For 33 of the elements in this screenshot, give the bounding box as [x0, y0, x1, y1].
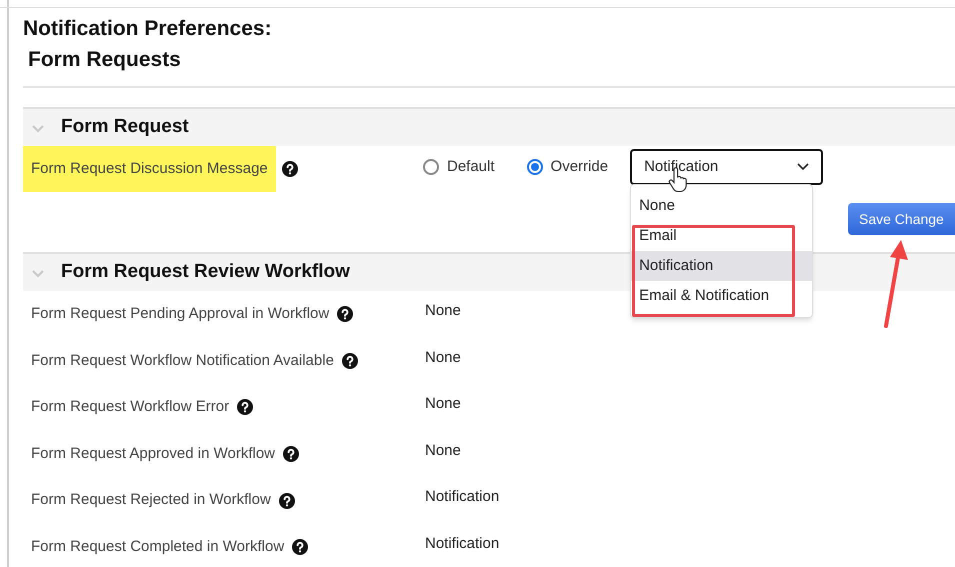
help-icon[interactable]	[278, 492, 295, 509]
help-icon[interactable]	[342, 352, 358, 369]
page-title: Notification Preferences:	[23, 16, 273, 42]
setting-value: None	[425, 301, 461, 322]
setting-label: Form Request Pending Approval in Workflow	[31, 304, 330, 324]
setting-value: None	[425, 348, 461, 368]
radio-label: Override	[550, 156, 608, 177]
setting-value: Notification	[425, 534, 500, 554]
setting-label: Form Request Completed in Workflow	[31, 537, 284, 558]
help-icon[interactable]	[337, 306, 354, 322]
radio-button[interactable]	[526, 159, 543, 175]
setting-value: None	[425, 394, 461, 414]
dropdown-option[interactable]: Notification	[631, 251, 812, 281]
dropdown-option[interactable]: None	[631, 191, 812, 221]
select-field[interactable]: Notification	[630, 149, 824, 185]
setting-label: Form Request Discussion Message	[23, 146, 276, 192]
page-subtitle: Form Requests	[27, 47, 182, 73]
help-icon[interactable]	[237, 399, 254, 416]
save-button[interactable]: Save Change	[848, 203, 955, 235]
setting-label: Form Request Workflow Notification Available	[31, 350, 334, 371]
section-header[interactable]: Form Request	[23, 107, 955, 146]
help-icon[interactable]	[292, 539, 308, 556]
setting-value: Notification	[425, 487, 500, 508]
radio-label: Default	[447, 156, 495, 177]
setting-label: Form Request Workflow Error	[31, 397, 230, 418]
setting-label: Form Request Rejected in Workflow	[31, 490, 271, 510]
caret-icon	[797, 163, 810, 171]
setting-label: Form Request Approved in Workflow	[31, 444, 275, 464]
help-icon[interactable]	[283, 446, 299, 462]
setting-value: None	[425, 440, 461, 461]
radio-button[interactable]	[423, 159, 439, 175]
help-icon[interactable]	[282, 161, 298, 177]
dropdown-option[interactable]: Email	[631, 221, 812, 251]
